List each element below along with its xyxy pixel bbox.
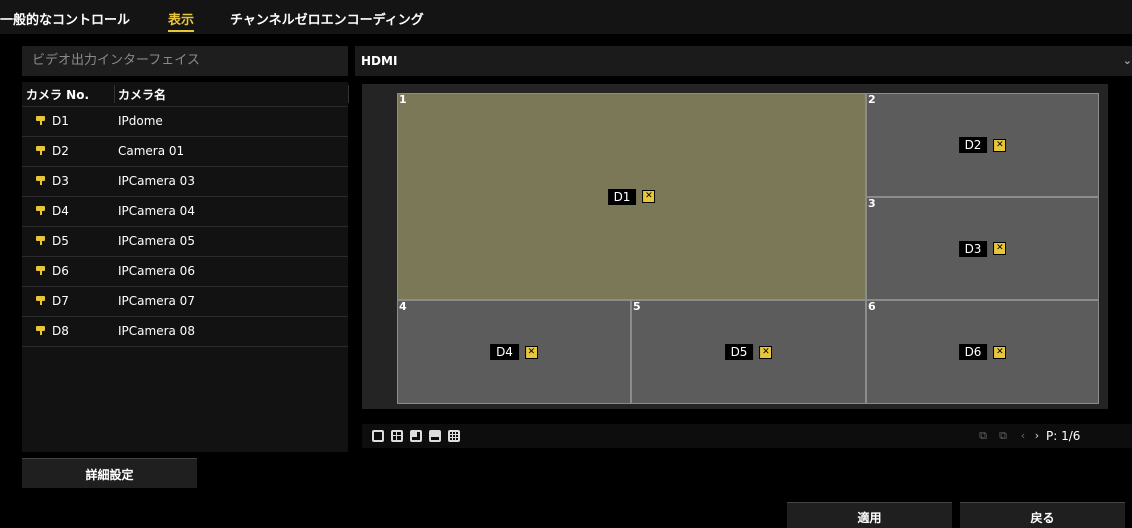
camera-name: IPCamera 06: [118, 264, 195, 278]
camera-icon: [36, 325, 48, 335]
camera-row-d5[interactable]: D5 IPCamera 05: [22, 227, 348, 257]
close-icon[interactable]: ✕: [524, 345, 538, 359]
tile-camera: D1: [607, 188, 637, 205]
tile-number: 4: [399, 300, 407, 313]
tile-camera: D6: [958, 344, 988, 360]
preview-tile-6[interactable]: 6 D6 ✕: [866, 300, 1099, 404]
close-icon[interactable]: ✕: [993, 242, 1007, 255]
camera-no: D4: [52, 204, 69, 218]
layout-9-icon[interactable]: [448, 430, 460, 442]
camera-icon: [36, 235, 48, 245]
camera-icon: [36, 265, 48, 275]
camera-row-d4[interactable]: D4 IPCamera 04: [22, 197, 348, 227]
advanced-settings-button[interactable]: 詳細設定: [22, 458, 197, 488]
camera-no: D7: [52, 294, 69, 308]
camera-list-header: カメラ No. カメラ名: [22, 82, 349, 107]
advanced-settings-label: 詳細設定: [85, 468, 134, 482]
tile-camera: D5: [724, 344, 754, 360]
camera-name: Camera 01: [118, 144, 185, 158]
camera-name: IPdome: [118, 114, 163, 128]
camera-no: D6: [52, 264, 69, 278]
camera-icon: [36, 115, 48, 125]
preview-toolbar: ⧉ ⧉ ‹ › P: 1/6: [362, 424, 1132, 448]
tab-bar: 一般的なコントロール 表示 チャンネルゼロエンコーディング: [0, 0, 1132, 34]
tile-label: D3 ✕: [958, 240, 1007, 257]
camera-name: IPCamera 05: [118, 234, 195, 248]
next-page-icon[interactable]: ›: [1030, 429, 1044, 443]
column-divider: [348, 85, 349, 103]
preview-tile-5[interactable]: 5 D5 ✕: [631, 300, 866, 404]
camera-icon: [36, 175, 48, 185]
close-icon[interactable]: ✕: [993, 345, 1007, 359]
preview-tile-4[interactable]: 4 D4 ✕: [397, 300, 631, 404]
layout-preview: 1 D1 ✕ 2 D2 ✕ 3 D3 ✕ 4 D4 ✕ 5 D5 ✕ 6 D6 …: [362, 84, 1108, 409]
layout-4-icon[interactable]: [391, 430, 403, 442]
back-button[interactable]: 戻る: [960, 502, 1125, 528]
preview-tile-1[interactable]: 1 D1 ✕: [397, 93, 866, 300]
camera-no: D5: [52, 234, 69, 248]
layout-8-icon[interactable]: [429, 430, 441, 442]
tile-number: 5: [633, 300, 641, 313]
tile-label: D6 ✕: [958, 344, 1007, 360]
camera-row-d7[interactable]: D7 IPCamera 07: [22, 287, 348, 317]
back-label: 戻る: [1030, 511, 1055, 525]
camera-name: IPCamera 04: [118, 204, 195, 218]
camera-name: IPCamera 08: [118, 324, 195, 338]
tile-number: 2: [868, 93, 876, 106]
camera-name: IPCamera 03: [118, 174, 195, 188]
camera-no: D2: [52, 144, 69, 158]
tile-label: D1 ✕: [607, 188, 656, 205]
camera-row-d1[interactable]: D1 IPdome: [22, 107, 348, 137]
tile-number: 1: [399, 93, 407, 106]
tab-display[interactable]: 表示: [168, 9, 195, 32]
close-icon[interactable]: ✕: [642, 190, 656, 203]
column-camera-no: カメラ No.: [26, 88, 90, 102]
close-icon[interactable]: ✕: [759, 345, 773, 359]
tab-channel-zero-encoding[interactable]: チャンネルゼロエンコーディング: [230, 9, 424, 28]
tile-camera: D3: [958, 240, 988, 257]
tile-label: D4 ✕: [490, 344, 538, 360]
camera-row-d6[interactable]: D6 IPCamera 06: [22, 257, 348, 287]
camera-no: D8: [52, 324, 69, 338]
camera-row-d8[interactable]: D8 IPCamera 08: [22, 317, 348, 347]
chevron-down-icon: ⌄: [1122, 54, 1132, 67]
camera-row-d3[interactable]: D3 IPCamera 03: [22, 167, 348, 197]
tab-general-control[interactable]: 一般的なコントロール: [0, 9, 130, 28]
layout-1-icon[interactable]: [372, 430, 384, 442]
close-icon[interactable]: ✕: [993, 138, 1007, 152]
camera-icon: [36, 295, 48, 305]
camera-row-d2[interactable]: D2 Camera 01: [22, 137, 348, 167]
apply-label: 適用: [857, 511, 882, 525]
tile-number: 6: [868, 300, 876, 313]
tile-camera: D2: [958, 137, 988, 153]
apply-button[interactable]: 適用: [787, 502, 952, 528]
camera-name: IPCamera 07: [118, 294, 195, 308]
video-output-value: HDMI: [361, 54, 398, 68]
camera-no: D3: [52, 174, 69, 188]
camera-icon: [36, 205, 48, 215]
prev-page-icon[interactable]: ‹: [1016, 429, 1030, 443]
first-page-icon[interactable]: ⧉: [976, 429, 990, 443]
video-output-select[interactable]: HDMI ⌄: [355, 46, 1132, 76]
last-page-icon[interactable]: ⧉: [996, 429, 1010, 443]
camera-no: D1: [52, 114, 69, 128]
preview-tile-2[interactable]: 2 D2 ✕: [866, 93, 1099, 197]
tile-label: D5 ✕: [724, 344, 773, 360]
camera-list: カメラ No. カメラ名 D1 IPdome D2 Camera 01 D3 I…: [22, 82, 349, 452]
tile-camera: D4: [490, 344, 519, 360]
layout-6-icon[interactable]: [410, 430, 422, 442]
preview-tile-3[interactable]: 3 D3 ✕: [866, 197, 1099, 300]
video-output-label: ビデオ出力インターフェイス: [22, 46, 348, 76]
column-divider: [114, 85, 115, 103]
tile-label: D2 ✕: [958, 137, 1007, 153]
page-indicator: P: 1/6: [1046, 429, 1081, 443]
tile-number: 3: [868, 197, 876, 210]
column-camera-name: カメラ名: [118, 88, 167, 102]
camera-icon: [36, 145, 48, 155]
